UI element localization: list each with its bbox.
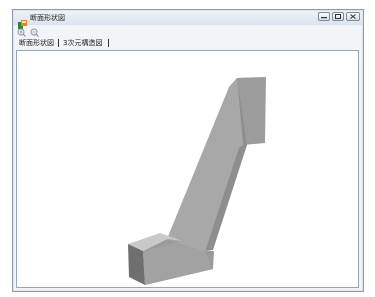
magnifier-plus-icon xyxy=(17,28,26,37)
model-slope-face xyxy=(167,78,243,251)
tab-divider xyxy=(58,39,59,47)
tab-divider xyxy=(108,39,110,47)
title-bar[interactable]: 断面形状図 xyxy=(14,11,362,29)
maximize-button[interactable] xyxy=(332,12,344,21)
view-tabs: 断面形状図 3次元構造図 xyxy=(17,38,110,48)
close-icon xyxy=(350,14,356,19)
app-window: 断面形状図 断面形状図 3次元構造図 xyxy=(12,9,364,292)
minimize-button[interactable] xyxy=(318,12,330,21)
app-icon xyxy=(18,14,27,29)
maximize-icon xyxy=(335,14,341,19)
zoom-in-button[interactable] xyxy=(16,27,26,37)
tab-cross-section[interactable]: 断面形状図 xyxy=(17,38,56,48)
tab-3d-structure[interactable]: 3次元構造図 xyxy=(61,38,104,48)
3d-model-drawing xyxy=(128,77,266,285)
close-button[interactable] xyxy=(346,12,360,21)
window-controls xyxy=(318,12,360,21)
toolbar xyxy=(16,27,39,37)
minimize-icon xyxy=(321,16,327,18)
magnifier-minus-icon xyxy=(30,28,39,37)
3d-view-canvas[interactable] xyxy=(16,50,359,288)
zoom-out-button[interactable] xyxy=(29,27,39,37)
window-title: 断面形状図 xyxy=(30,14,65,22)
